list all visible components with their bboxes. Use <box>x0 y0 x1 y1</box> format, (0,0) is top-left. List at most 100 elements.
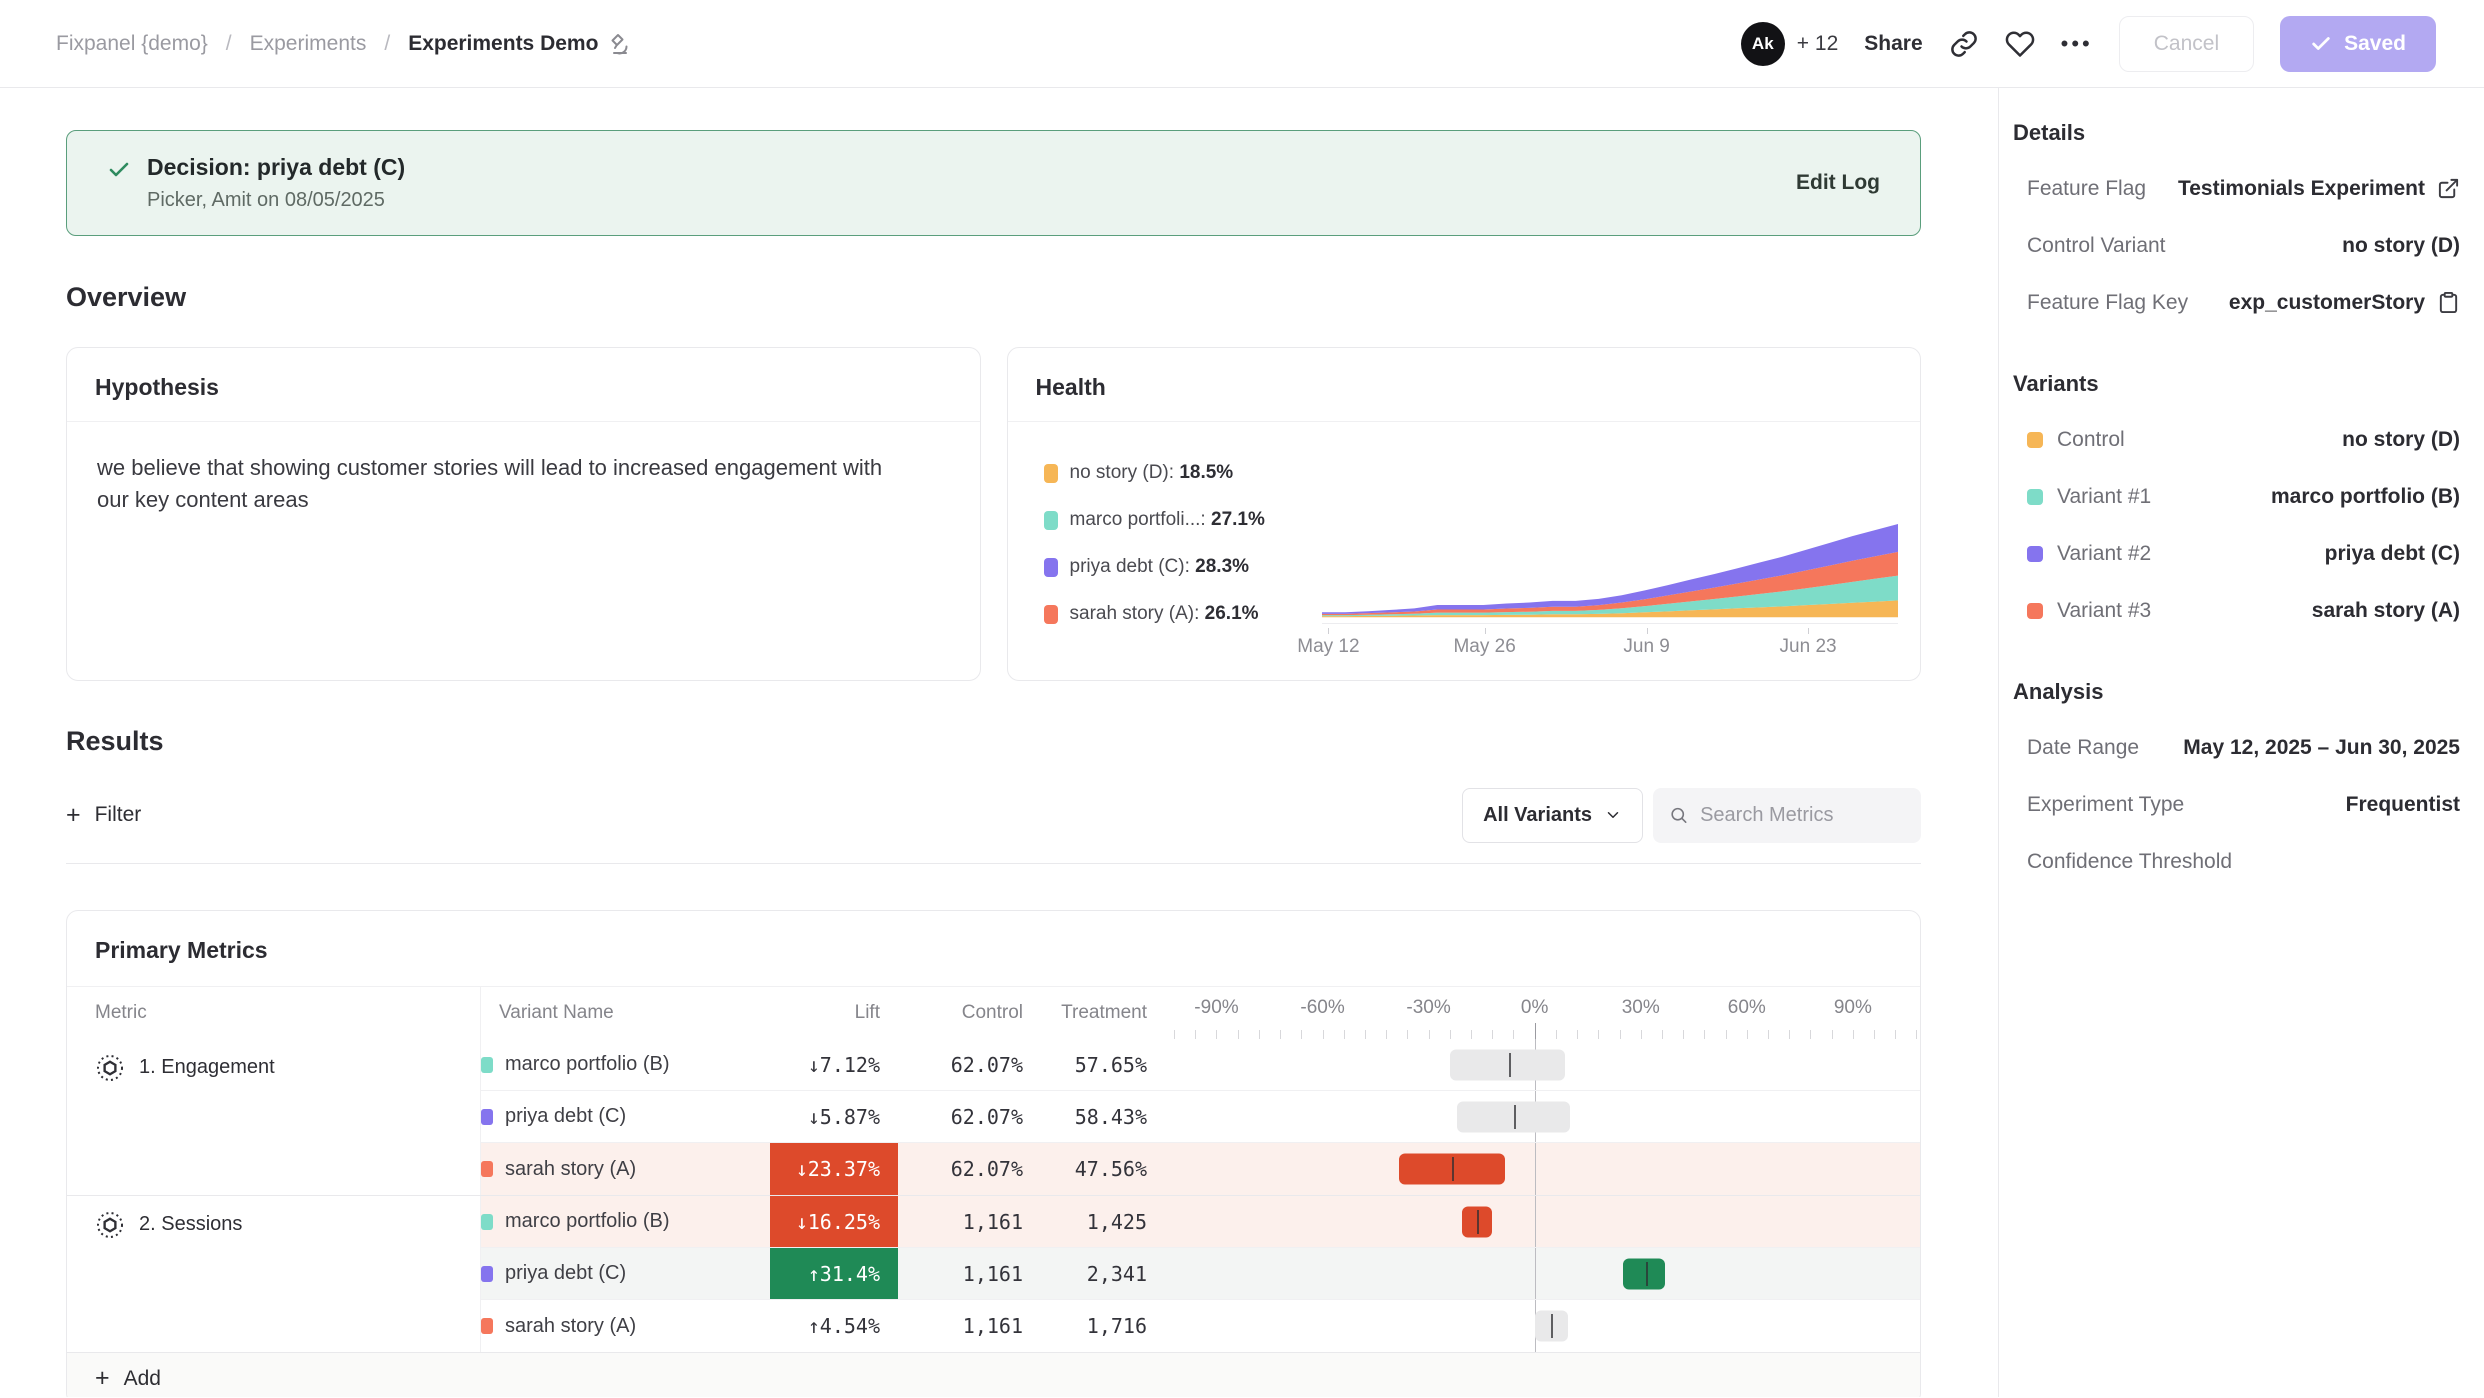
health-chart: May 12May 26Jun 9Jun 23 <box>1318 422 1921 680</box>
confidence-interval-bar <box>1450 1049 1565 1080</box>
health-x-axis: May 12May 26Jun 9Jun 23 <box>1322 628 1899 660</box>
feature-flag-key-label: Feature Flag Key <box>2027 291 2188 315</box>
control-value: 1,161 <box>898 1210 1047 1234</box>
search-input[interactable] <box>1700 804 1905 827</box>
feature-flag-value[interactable]: Testimonials Experiment <box>2178 177 2425 201</box>
axis-tick-label: -90% <box>1194 997 1238 1019</box>
axis-ruler-tick <box>1280 1030 1281 1039</box>
saved-label: Saved <box>2344 32 2406 56</box>
confidence-interval-cell <box>1167 1039 1920 1090</box>
avatar[interactable]: Ak <box>1741 22 1785 66</box>
analysis-label: Confidence Threshold <box>2027 850 2232 874</box>
axis-ruler-tick <box>1598 1030 1599 1039</box>
breadcrumb-project[interactable]: Fixpanel {demo} <box>56 32 208 56</box>
treatment-value: 58.43% <box>1047 1105 1167 1129</box>
variant-color-chip <box>481 1266 493 1282</box>
metric-target-icon <box>95 1053 125 1083</box>
add-metric-button[interactable]: + Add <box>67 1352 1920 1397</box>
favorite-heart-icon[interactable] <box>2005 29 2035 59</box>
decision-title: Decision: priya debt (C) <box>147 154 405 181</box>
lift-cell: ↑4.54% <box>770 1300 898 1352</box>
plus-icon: + <box>95 1366 110 1391</box>
x-axis-label: May 26 <box>1453 636 1515 658</box>
axis-ruler-tick <box>1747 1030 1748 1039</box>
variant-color-chip <box>2027 489 2043 505</box>
lift-value: ↓16.25% <box>796 1210 880 1234</box>
variant-cell: sarah story (A) <box>481 1315 770 1338</box>
axis-tick-label: 60% <box>1728 997 1766 1019</box>
axis-ruler-tick <box>1471 1030 1472 1039</box>
metrics-search[interactable] <box>1653 788 1921 843</box>
metric-name: 2. Sessions <box>139 1210 242 1236</box>
axis-ruler-tick <box>1301 1030 1302 1039</box>
metric-name: 1. Engagement <box>139 1053 275 1079</box>
lift-point-marker <box>1477 1210 1479 1234</box>
primary-metrics-card: Primary Metrics Metric Variant Name Lift… <box>66 910 1921 1397</box>
variant-name: marco portfolio (B) <box>505 1210 670 1233</box>
saved-button[interactable]: Saved <box>2280 16 2436 72</box>
add-metric-label: Add <box>124 1367 161 1391</box>
legend-value: 26.1% <box>1205 603 1259 624</box>
more-options-icon[interactable]: ••• <box>2061 31 2093 57</box>
cancel-button[interactable]: Cancel <box>2119 16 2254 72</box>
legend-value: 18.5% <box>1179 462 1233 483</box>
metric-group: 1. Engagement marco portfolio (B) ↓7.12% 62… <box>67 1039 1920 1196</box>
lift-point-marker <box>1514 1105 1516 1129</box>
table-row: marco portfolio (B)↓16.25%1,1611,425 <box>481 1196 1920 1248</box>
breadcrumb-experiments[interactable]: Experiments <box>250 32 367 56</box>
avatar-overflow-count[interactable]: + 12 <box>1797 32 1838 56</box>
add-filter-button[interactable]: + Filter <box>66 803 141 828</box>
table-row: sarah story (A)↑4.54%1,1611,716 <box>481 1300 1920 1352</box>
legend-label: sarah story (A): 26.1% <box>1070 603 1259 625</box>
copy-icon[interactable] <box>2437 291 2460 314</box>
axis-ruler-tick <box>1386 1030 1387 1039</box>
copy-link-icon[interactable] <box>1949 29 1979 59</box>
lift-point-marker <box>1509 1053 1511 1077</box>
search-icon <box>1669 804 1688 826</box>
microscope-icon <box>608 32 632 56</box>
axis-ruler-tick <box>1895 1030 1896 1039</box>
variant-color-chip <box>2027 546 2043 562</box>
metric-cell: 1. Engagement <box>67 1039 481 1195</box>
analysis-row: Date RangeMay 12, 2025 – Jun 30, 2025 <box>2013 719 2460 776</box>
axis-ruler-tick <box>1174 1030 1175 1039</box>
external-link-icon[interactable] <box>2437 177 2460 200</box>
variant-value: no story (D) <box>2342 428 2460 452</box>
legend-label: no story (D): 18.5% <box>1070 462 1234 484</box>
variants-section: Variants Controlno story (D)Variant #1ma… <box>2013 371 2460 639</box>
control-value: 62.07% <box>898 1105 1047 1129</box>
decision-banner: Decision: priya debt (C) Picker, Amit on… <box>66 130 1921 236</box>
variant-label: Control <box>2057 428 2125 452</box>
zero-line <box>1535 1143 1536 1195</box>
main-content: Decision: priya debt (C) Picker, Amit on… <box>0 88 1998 1397</box>
edit-log-button[interactable]: Edit Log <box>1796 171 1880 195</box>
axis-ruler-tick <box>1789 1030 1790 1039</box>
axis-ruler-tick <box>1726 1030 1727 1039</box>
hypothesis-body: we believe that showing customer stories… <box>67 422 947 546</box>
x-axis-label: Jun 9 <box>1623 636 1669 658</box>
analysis-row: Confidence Threshold <box>2013 833 2460 890</box>
axis-ruler-tick <box>1492 1030 1493 1039</box>
axis-ruler-tick <box>1577 1030 1578 1039</box>
variant-row: Variant #3sarah story (A) <box>2013 582 2460 639</box>
analysis-label: Experiment Type <box>2027 793 2184 817</box>
lift-value: ↓7.12% <box>808 1053 880 1077</box>
share-button[interactable]: Share <box>1864 32 1922 56</box>
legend-value: 27.1% <box>1211 509 1265 530</box>
lift-point-marker <box>1551 1314 1553 1338</box>
variants-filter-dropdown[interactable]: All Variants <box>1462 788 1643 843</box>
feature-flag-label: Feature Flag <box>2027 177 2146 201</box>
variant-color-chip <box>481 1318 493 1334</box>
zero-line <box>1535 1196 1536 1247</box>
axis-tick-label: 90% <box>1834 997 1872 1019</box>
variant-value: marco portfolio (B) <box>2271 485 2460 509</box>
analysis-value: May 12, 2025 – Jun 30, 2025 <box>2183 736 2460 760</box>
page-title: Experiments Demo <box>408 32 598 56</box>
variant-color-chip <box>2027 432 2043 448</box>
control-value: 1,161 <box>898 1262 1047 1286</box>
lift-cell: ↓5.87% <box>770 1091 898 1142</box>
decision-check-icon <box>107 158 131 182</box>
axis-ruler-tick <box>1810 1030 1811 1039</box>
variant-cell: marco portfolio (B) <box>481 1053 770 1076</box>
health-legend-item: sarah story (A): 26.1% <box>1044 603 1318 625</box>
